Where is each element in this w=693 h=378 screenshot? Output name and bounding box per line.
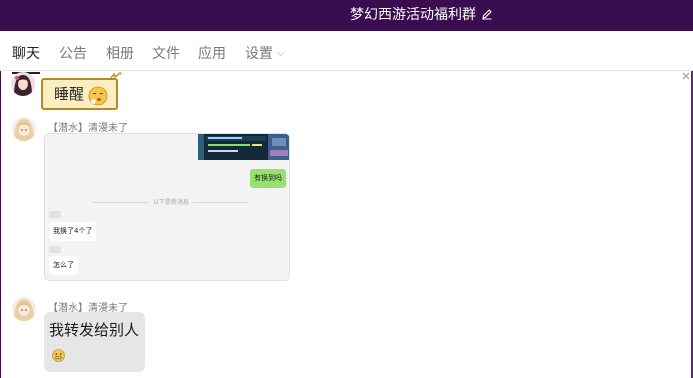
avatar[interactable] bbox=[12, 117, 36, 141]
screenshot-image bbox=[198, 134, 289, 160]
chevron-down-icon: ⌵ bbox=[277, 48, 285, 59]
tab-album[interactable]: 相册 bbox=[106, 44, 134, 64]
avatar-image bbox=[12, 117, 36, 141]
mini-avatar bbox=[49, 246, 61, 253]
forwarded-chat-card[interactable]: 有换到吗 以下是新消息 我换了4个了 怎么了 bbox=[44, 133, 290, 281]
sender-name[interactable]: 【潜水】清漫未了 bbox=[48, 119, 128, 134]
new-messages-divider: 以下是新消息 bbox=[93, 196, 248, 208]
tab-apps[interactable]: 应用 bbox=[198, 44, 226, 64]
edit-icon[interactable] bbox=[481, 8, 493, 20]
sticker-text: 睡醒 bbox=[54, 85, 85, 103]
close-icon[interactable] bbox=[681, 71, 691, 81]
avatar-image bbox=[12, 297, 36, 321]
sticker-message[interactable]: 睡醒 bbox=[41, 72, 122, 110]
group-title: 梦幻西游活动福利群 bbox=[350, 7, 476, 23]
mini-avatar bbox=[49, 211, 61, 218]
title-bar: 梦幻西游活动福利群 bbox=[0, 0, 693, 31]
divider-label: 以下是新消息 bbox=[152, 199, 189, 206]
chat-bubble-green: 有换到吗 bbox=[250, 169, 286, 188]
game-screenshot-thumbnail[interactable] bbox=[198, 134, 289, 160]
divider-line bbox=[193, 202, 248, 203]
window-border-left bbox=[0, 31, 1, 378]
chat-bubble-white: 我换了4个了 bbox=[49, 222, 97, 241]
tab-settings-label: 设置 bbox=[245, 46, 273, 62]
tab-files[interactable]: 文件 bbox=[152, 44, 180, 64]
tab-settings[interactable]: 设置 ⌵ bbox=[245, 44, 285, 64]
text-message-bubble[interactable]: 我转发给别人 bbox=[44, 312, 145, 372]
divider-line bbox=[93, 202, 148, 203]
sticker-decoration-icon bbox=[109, 72, 122, 80]
tab-chat[interactable]: 聊天 bbox=[12, 44, 40, 74]
chat-bubble-white: 怎么了 bbox=[49, 256, 78, 275]
sleepy-face-icon bbox=[88, 86, 108, 106]
grimace-emoji-icon bbox=[52, 349, 65, 362]
tab-bar: 聊天 公告 相册 文件 应用 设置 ⌵ bbox=[0, 31, 693, 74]
avatar[interactable] bbox=[11, 72, 35, 96]
avatar[interactable] bbox=[12, 297, 36, 321]
tab-announcements[interactable]: 公告 bbox=[59, 44, 87, 64]
avatar-image bbox=[11, 72, 35, 96]
message-text: 我转发给别人 bbox=[49, 321, 140, 339]
